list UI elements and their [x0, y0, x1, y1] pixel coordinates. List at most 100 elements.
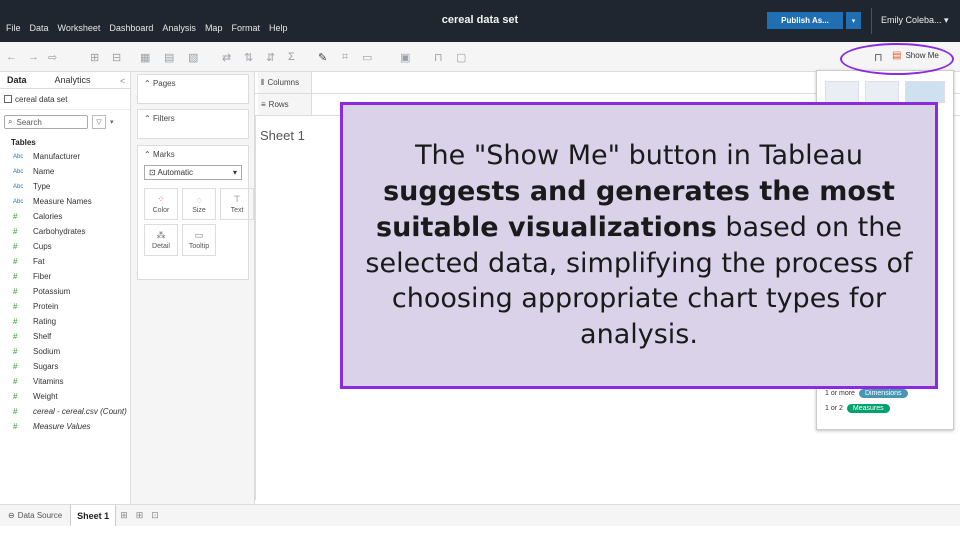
- toolbar: ← → ⇨ ⊞ ⊟ ▦ ▤ ▧ ⇄ ⇅ ⇵ Σ ✎ ⌗ ▭ ▣ ⊓ ▢ ⊓ ▤ …: [0, 42, 960, 72]
- field-item[interactable]: Abc Name: [0, 164, 130, 179]
- callout-box: The "Show Me" button in Tableau suggests…: [340, 102, 938, 389]
- tooltip-icon[interactable]: ⊓: [434, 51, 443, 64]
- mark-type-dropdown[interactable]: ⊡ Automatic ▾: [144, 165, 242, 180]
- field-item[interactable]: # Carbohydrates: [0, 224, 130, 239]
- data-source-item[interactable]: cereal data set: [0, 89, 130, 110]
- tooltip-button[interactable]: ▭ Tooltip: [182, 224, 216, 256]
- tooltip-icon: ▭: [194, 230, 204, 240]
- field-item[interactable]: # Measure Values: [0, 419, 130, 434]
- field-item[interactable]: # Fiber: [0, 269, 130, 284]
- measure-type-icon: #: [13, 347, 18, 356]
- undo-icon[interactable]: ←: [6, 51, 17, 63]
- duplicate-icon[interactable]: ▤: [164, 51, 174, 64]
- field-item[interactable]: # Cups: [0, 239, 130, 254]
- mark-buttons: ⁘ Color ◌ Size ⊤ Text ⁂ Detail ▭ Tooltip: [138, 182, 254, 262]
- labels-icon[interactable]: ▭: [362, 51, 372, 64]
- sheet-tab[interactable]: Sheet 1: [70, 504, 117, 527]
- field-item[interactable]: Abc Manufacturer: [0, 149, 130, 164]
- data-source-tab[interactable]: ⊖ Data Source: [0, 511, 70, 520]
- field-item[interactable]: # Rating: [0, 314, 130, 329]
- chart-thumbnail-text-table[interactable]: [825, 81, 859, 103]
- detail-button[interactable]: ⁂ Detail: [144, 224, 178, 256]
- dimension-type-icon: Abc: [13, 198, 24, 205]
- measure-type-icon: #: [13, 422, 18, 431]
- mark-type-value: Automatic: [157, 168, 194, 177]
- totals-icon[interactable]: Σ: [288, 51, 295, 63]
- chart-thumbnail-highlight-table[interactable]: [905, 81, 945, 103]
- field-name: Measure Values: [33, 422, 91, 431]
- field-name: Name: [33, 167, 55, 176]
- field-item[interactable]: # Vitamins: [0, 374, 130, 389]
- callout-text-part1: The "Show Me" button in Tableau: [415, 139, 863, 171]
- marks-card: ⌃ Marks ⊡ Automatic ▾ ⁘ Color ◌ Size ⊤ Text…: [137, 145, 254, 280]
- new-data-source-icon[interactable]: ⊞: [90, 51, 99, 64]
- sort-ascending-icon[interactable]: ⇅: [244, 51, 253, 64]
- forward-icon[interactable]: ⇨: [48, 51, 57, 64]
- swap-icon[interactable]: ⇄: [222, 51, 231, 64]
- highlight-icon[interactable]: ✎: [318, 51, 327, 64]
- new-worksheet-icon[interactable]: ▦: [140, 51, 150, 64]
- clear-sheet-icon[interactable]: ▧: [188, 51, 198, 64]
- field-item[interactable]: # Sodium: [0, 344, 130, 359]
- data-pane-tabs: Data Analytics: [0, 72, 130, 89]
- field-item[interactable]: # Calories: [0, 209, 130, 224]
- field-item[interactable]: # Protein: [0, 299, 130, 314]
- field-item[interactable]: Abc Type: [0, 179, 130, 194]
- tab-data[interactable]: Data: [7, 75, 27, 85]
- dimension-type-icon: Abc: [13, 168, 24, 175]
- tab-analytics[interactable]: Analytics: [55, 75, 91, 85]
- pages-label: Pages: [152, 79, 176, 88]
- menu-caret-icon[interactable]: ▾: [110, 118, 114, 126]
- requirement-measures: 1 or 2 Measures: [825, 404, 890, 413]
- field-item[interactable]: # Sugars: [0, 359, 130, 374]
- detail-label: Detail: [152, 243, 170, 250]
- filters-label: Filters: [152, 114, 175, 123]
- text-button[interactable]: ⊤ Text: [220, 188, 254, 220]
- size-button[interactable]: ◌ Size: [182, 188, 216, 220]
- chart-thumbnail-heat-map[interactable]: [865, 81, 899, 103]
- size-icon: ◌: [196, 194, 202, 205]
- measure-type-icon: #: [13, 287, 18, 296]
- redo-icon[interactable]: →: [28, 51, 39, 63]
- publish-dropdown-button[interactable]: ▾: [846, 12, 861, 29]
- filter-fields-button[interactable]: ▽: [92, 115, 106, 129]
- filters-card[interactable]: ⌃ Filters: [137, 109, 249, 139]
- group-icon[interactable]: ⌗: [342, 51, 348, 64]
- collapse-pane-button[interactable]: <: [120, 76, 125, 86]
- field-item[interactable]: Abc Measure Names: [0, 194, 130, 209]
- text-label: Text: [230, 207, 244, 214]
- color-button[interactable]: ⁘ Color: [144, 188, 178, 220]
- field-name: Fat: [33, 257, 45, 266]
- field-item[interactable]: # Weight: [0, 389, 130, 404]
- field-item[interactable]: # cereal - cereal.csv (Count): [0, 404, 130, 419]
- new-dashboard-icon[interactable]: ⊞: [132, 510, 148, 521]
- collapse-icon: ⌃: [144, 114, 153, 123]
- marks-label: Marks: [152, 150, 175, 159]
- measure-type-icon: #: [13, 407, 18, 416]
- color-icon: ⁘: [157, 194, 165, 204]
- collapse-icon: ⌃: [144, 150, 153, 159]
- presentation-icon[interactable]: ▢: [456, 51, 466, 64]
- size-label: Size: [192, 206, 206, 214]
- field-name: Type: [33, 182, 51, 191]
- new-worksheet-icon[interactable]: ⊞: [116, 510, 132, 521]
- pages-card[interactable]: ⌃ Pages: [137, 74, 249, 104]
- publish-as-button[interactable]: Publish As...: [767, 12, 843, 29]
- sheet-title[interactable]: Sheet 1: [260, 128, 305, 143]
- field-name: Rating: [33, 317, 57, 326]
- user-menu[interactable]: Emily Coleba... ▾: [881, 15, 949, 26]
- field-item[interactable]: # Potassium: [0, 284, 130, 299]
- field-name: Sugars: [33, 362, 59, 371]
- measure-type-icon: #: [13, 302, 18, 311]
- columns-label: Columns: [267, 78, 300, 87]
- field-item[interactable]: # Fat: [0, 254, 130, 269]
- database-icon: ⊖: [8, 511, 15, 520]
- detail-icon: ⁂: [156, 230, 166, 240]
- fit-icon[interactable]: ▣: [400, 51, 410, 64]
- field-item[interactable]: # Shelf: [0, 329, 130, 344]
- new-story-icon[interactable]: ⊡: [147, 510, 163, 521]
- search-input[interactable]: ⌕ Search: [4, 115, 88, 129]
- sort-descending-icon[interactable]: ⇵: [266, 51, 275, 64]
- dimension-type-icon: Abc: [13, 153, 24, 160]
- pause-updates-icon[interactable]: ⊟: [112, 51, 121, 64]
